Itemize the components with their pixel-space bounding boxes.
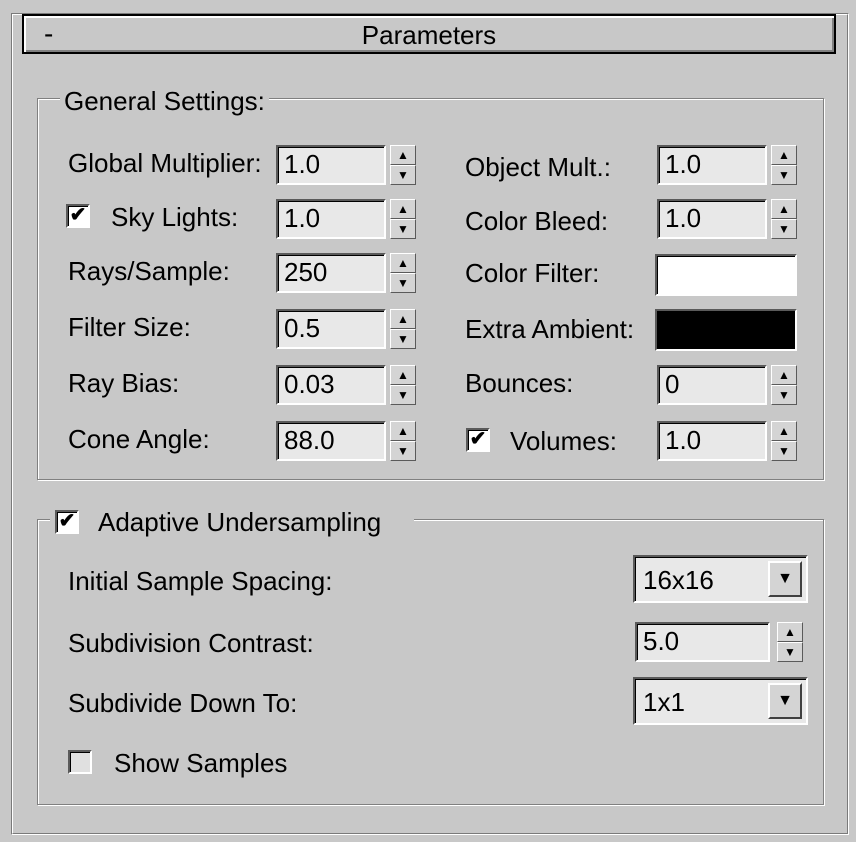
subdivide-down-to-dropdown[interactable]: 1x1 ▼ bbox=[633, 677, 808, 725]
show-samples-checkbox[interactable] bbox=[68, 750, 92, 774]
sky-lights-spinner[interactable]: ▲ ▼ bbox=[390, 199, 416, 239]
volumes-spinner[interactable]: ▲ ▼ bbox=[771, 421, 797, 461]
rollout-title: Parameters bbox=[361, 20, 497, 50]
adaptive-undersampling-checkbox[interactable]: ✔ bbox=[55, 510, 79, 534]
spin-down-icon[interactable]: ▼ bbox=[771, 219, 797, 239]
color-filter-label: Color Filter: bbox=[465, 258, 600, 288]
spin-down-icon[interactable]: ▼ bbox=[390, 273, 416, 293]
global-multiplier-label: Global Multiplier: bbox=[68, 148, 262, 178]
initial-sample-spacing-dropdown[interactable]: 16x16 ▼ bbox=[633, 555, 808, 603]
extra-ambient-label: Extra Ambient: bbox=[465, 314, 635, 344]
spin-up-icon[interactable]: ▲ bbox=[390, 365, 416, 385]
bounces-label: Bounces: bbox=[465, 368, 574, 398]
rays-per-sample-spinner[interactable]: ▲ ▼ bbox=[390, 253, 416, 293]
spin-down-icon[interactable]: ▼ bbox=[390, 165, 416, 185]
spin-down-icon[interactable]: ▼ bbox=[390, 385, 416, 405]
spin-down-icon[interactable]: ▼ bbox=[771, 385, 797, 405]
sky-lights-field[interactable]: 1.0 bbox=[276, 199, 386, 239]
cone-angle-spinner[interactable]: ▲ ▼ bbox=[390, 421, 416, 461]
color-bleed-label: Color Bleed: bbox=[465, 206, 609, 236]
object-mult-field[interactable]: 1.0 bbox=[657, 145, 767, 185]
ray-bias-label: Ray Bias: bbox=[68, 368, 180, 398]
spin-up-icon[interactable]: ▲ bbox=[390, 145, 416, 165]
spin-down-icon[interactable]: ▼ bbox=[390, 441, 416, 461]
sky-lights-checkbox[interactable]: ✔ bbox=[66, 204, 90, 228]
initial-sample-spacing-label: Initial Sample Spacing: bbox=[68, 566, 333, 596]
chevron-down-icon[interactable]: ▼ bbox=[768, 683, 802, 719]
extra-ambient-swatch[interactable] bbox=[655, 309, 797, 351]
bounces-spinner[interactable]: ▲ ▼ bbox=[771, 365, 797, 405]
object-mult-label: Object Mult.: bbox=[465, 152, 611, 182]
spin-up-icon[interactable]: ▲ bbox=[390, 309, 416, 329]
global-multiplier-field[interactable]: 1.0 bbox=[276, 145, 386, 185]
cone-angle-field[interactable]: 88.0 bbox=[276, 421, 386, 461]
sky-lights-label: Sky Lights: bbox=[111, 202, 239, 232]
ray-bias-spinner[interactable]: ▲ ▼ bbox=[390, 365, 416, 405]
spin-up-icon[interactable]: ▲ bbox=[771, 365, 797, 385]
rollout-titlebar[interactable]: - Parameters bbox=[22, 14, 836, 54]
show-samples-label: Show Samples bbox=[114, 748, 288, 778]
object-mult-spinner[interactable]: ▲ ▼ bbox=[771, 145, 797, 185]
spin-down-icon[interactable]: ▼ bbox=[390, 219, 416, 239]
subdivide-down-to-label: Subdivide Down To: bbox=[68, 688, 298, 718]
ray-bias-field[interactable]: 0.03 bbox=[276, 365, 386, 405]
spin-up-icon[interactable]: ▲ bbox=[777, 622, 803, 642]
chevron-down-icon[interactable]: ▼ bbox=[768, 561, 802, 597]
subdivision-contrast-label: Subdivision Contrast: bbox=[68, 628, 314, 658]
volumes-field[interactable]: 1.0 bbox=[657, 421, 767, 461]
volumes-checkbox[interactable]: ✔ bbox=[466, 428, 490, 452]
spin-up-icon[interactable]: ▲ bbox=[390, 253, 416, 273]
spin-up-icon[interactable]: ▲ bbox=[771, 421, 797, 441]
general-settings-legend: General Settings: bbox=[60, 86, 269, 117]
filter-size-field[interactable]: 0.5 bbox=[276, 309, 386, 349]
volumes-label: Volumes: bbox=[510, 426, 617, 456]
spin-down-icon[interactable]: ▼ bbox=[390, 329, 416, 349]
rays-per-sample-label: Rays/Sample: bbox=[68, 256, 230, 286]
bounces-field[interactable]: 0 bbox=[657, 365, 767, 405]
spin-down-icon[interactable]: ▼ bbox=[771, 165, 797, 185]
color-bleed-spinner[interactable]: ▲ ▼ bbox=[771, 199, 797, 239]
spin-down-icon[interactable]: ▼ bbox=[777, 642, 803, 662]
global-multiplier-spinner[interactable]: ▲ ▼ bbox=[390, 145, 416, 185]
spin-up-icon[interactable]: ▲ bbox=[390, 199, 416, 219]
initial-sample-spacing-value: 16x16 bbox=[643, 565, 714, 595]
rays-per-sample-field[interactable]: 250 bbox=[276, 253, 386, 293]
color-filter-swatch[interactable] bbox=[655, 254, 797, 296]
color-bleed-field[interactable]: 1.0 bbox=[657, 199, 767, 239]
spin-up-icon[interactable]: ▲ bbox=[771, 199, 797, 219]
filter-size-label: Filter Size: bbox=[68, 312, 191, 342]
spin-up-icon[interactable]: ▲ bbox=[390, 421, 416, 441]
subdivision-contrast-spinner[interactable]: ▲ ▼ bbox=[777, 622, 803, 662]
subdivision-contrast-field[interactable]: 5.0 bbox=[635, 622, 770, 662]
adaptive-undersampling-label: Adaptive Undersampling bbox=[98, 507, 382, 537]
cone-angle-label: Cone Angle: bbox=[68, 424, 210, 454]
spin-down-icon[interactable]: ▼ bbox=[771, 441, 797, 461]
filter-size-spinner[interactable]: ▲ ▼ bbox=[390, 309, 416, 349]
subdivide-down-to-value: 1x1 bbox=[643, 687, 685, 717]
spin-up-icon[interactable]: ▲ bbox=[771, 145, 797, 165]
